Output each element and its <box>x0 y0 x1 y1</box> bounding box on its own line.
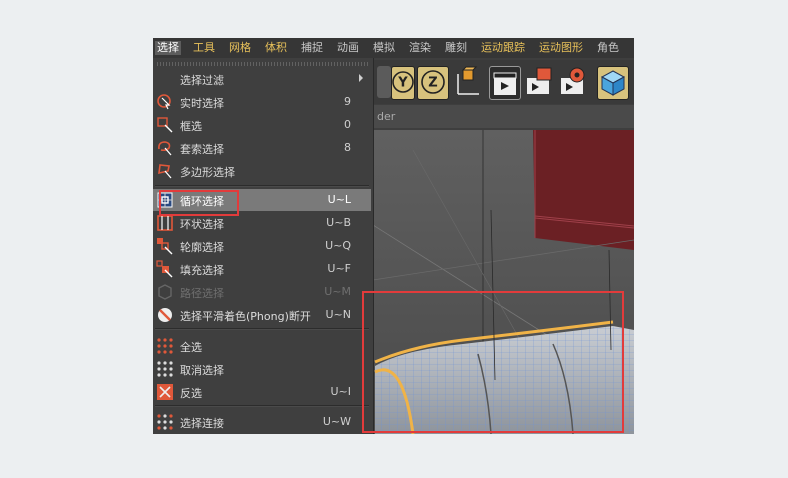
polygon-selection-icon <box>156 162 174 180</box>
menu-tools[interactable]: 工具 <box>193 41 215 55</box>
menu-select[interactable]: 选择 <box>155 41 181 55</box>
menu-character[interactable]: 角色 <box>597 41 619 55</box>
lasso-selection-icon <box>156 139 174 157</box>
menu-volume[interactable]: 体积 <box>265 41 287 55</box>
menu-item-fill-selection[interactable]: 填充选择 U~F <box>153 258 371 280</box>
submenu-arrow-icon <box>359 74 363 82</box>
menu-item-lasso-selection[interactable]: 套索选择 8 <box>153 137 371 159</box>
menu-separator <box>155 185 369 187</box>
menu-motion-tracker[interactable]: 运动跟踪 <box>481 41 525 55</box>
outline-selection-icon <box>156 237 174 255</box>
menu-item-select-all[interactable]: 全选 <box>153 335 371 357</box>
live-selection-icon <box>156 93 174 111</box>
x-axis-button[interactable] <box>377 66 391 98</box>
z-axis-button[interactable]: Z <box>417 66 449 100</box>
path-selection-icon <box>156 283 174 301</box>
viewport-label: der <box>377 110 396 123</box>
fill-selection-icon <box>156 260 174 278</box>
phong-break-icon <box>156 306 174 324</box>
cube-icon <box>600 70 626 96</box>
menu-item-deselect-all[interactable]: 取消选择 <box>153 358 371 380</box>
coordinate-system-icon <box>457 66 479 95</box>
ring-selection-icon <box>156 214 174 232</box>
menu-snap[interactable]: 捕捉 <box>301 41 323 55</box>
invert-selection-icon <box>156 383 174 401</box>
menu-mograph[interactable]: 运动图形 <box>539 41 583 55</box>
menu-mesh[interactable]: 网格 <box>229 41 251 55</box>
menu-item-rectangle-selection[interactable]: 框选 0 <box>153 114 371 136</box>
menu-simulate[interactable]: 模拟 <box>373 41 395 55</box>
menu-tear-off-grip[interactable] <box>157 62 369 66</box>
menu-item-invert-selection[interactable]: 反选 U~I <box>153 381 371 403</box>
clapperboard-icon <box>493 72 517 95</box>
menu-separator <box>155 405 369 407</box>
menu-render[interactable]: 渲染 <box>409 41 431 55</box>
render-picture-viewer-button[interactable] <box>523 66 553 98</box>
select-connected-icon <box>156 413 174 431</box>
menu-sculpt[interactable]: 雕刻 <box>445 41 467 55</box>
select-menu-dropdown: 选择过滤 实时选择 9 框选 0 套索选择 8 多边形选择 循环选择 U~L 环… <box>153 58 374 434</box>
toolbar: Y Z <box>373 60 634 104</box>
clapperboard-render-icon <box>527 67 552 94</box>
render-settings-button[interactable] <box>557 66 587 98</box>
menu-item-polygon-selection[interactable]: 多边形选择 <box>153 160 371 182</box>
svg-text:Y: Y <box>397 76 408 91</box>
menu-item-phong-break-selection[interactable]: 选择平滑着色(Phong)断开 U~N <box>153 304 371 326</box>
render-view-button[interactable] <box>489 66 521 100</box>
deselect-icon <box>156 360 174 378</box>
menu-separator <box>155 328 369 330</box>
cube-object-button[interactable] <box>597 66 629 100</box>
menu-item-outline-selection[interactable]: 轮廓选择 U~Q <box>153 235 371 257</box>
menu-item-live-selection[interactable]: 实时选择 9 <box>153 91 371 113</box>
select-all-icon <box>156 337 174 355</box>
rectangle-selection-icon <box>156 116 174 134</box>
viewport-header: der <box>373 105 634 128</box>
y-axis-icon: Y <box>392 71 414 93</box>
menu-item-select-connected[interactable]: 选择连接 U~W <box>153 411 371 433</box>
highlight-box-loop-selection <box>159 190 239 216</box>
coordinate-system-button[interactable] <box>453 66 483 98</box>
z-axis-icon: Z <box>421 70 445 94</box>
highlight-box-cushion-loop <box>362 291 624 433</box>
y-axis-button[interactable]: Y <box>391 66 415 100</box>
menu-animate[interactable]: 动画 <box>337 41 359 55</box>
menubar: 选择 工具 网格 体积 捕捉 动画 模拟 渲染 雕刻 运动跟踪 运动图形 角色 <box>153 38 634 58</box>
menu-item-path-selection: 路径选择 U~M <box>153 281 371 303</box>
menu-item-selection-filter[interactable]: 选择过滤 <box>153 68 371 90</box>
svg-text:Z: Z <box>428 76 437 91</box>
gear-clapperboard-icon <box>561 67 585 94</box>
